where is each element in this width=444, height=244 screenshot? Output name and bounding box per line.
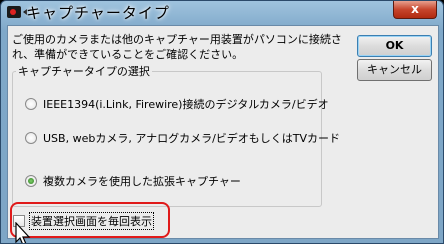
radio-label: IEEE1394(i.Link, Firewire)接続のデジタルカメラ/ビデオ: [43, 98, 329, 111]
close-button[interactable]: x: [393, 1, 437, 19]
title-bar[interactable]: キャプチャータイプ x: [1, 1, 443, 25]
checkbox-label: 装置選択画面を毎回表示: [29, 212, 154, 230]
radio-option-multi-camera[interactable]: 複数カメラを使用した拡張キャプチャー: [25, 173, 241, 189]
cancel-button[interactable]: キャンセル: [357, 59, 432, 81]
camera-icon: [7, 6, 21, 18]
radio-button-selected[interactable]: [25, 175, 37, 187]
group-title: キャプチャータイプの選択: [16, 63, 152, 79]
window-title: キャプチャータイプ: [26, 4, 170, 22]
mouse-pointer-icon: [15, 222, 31, 243]
radio-label: USB, webカメラ, アナログカメラ/ビデオもしくはTVカード: [43, 132, 341, 145]
radio-button[interactable]: [25, 132, 37, 144]
description-text: ご使用のカメラまたは他のキャプチャー用装置がパソコンに接続され、準備ができている…: [12, 33, 342, 61]
radio-label: 複数カメラを使用した拡張キャプチャー: [43, 175, 241, 188]
ok-button[interactable]: OK: [357, 35, 432, 57]
dialog-body: ご使用のカメラまたは他のキャプチャー用装置がパソコンに接続され、準備ができている…: [7, 25, 439, 243]
radio-option-usb[interactable]: USB, webカメラ, アナログカメラ/ビデオもしくはTVカード: [25, 130, 340, 146]
radio-option-ieee1394[interactable]: IEEE1394(i.Link, Firewire)接続のデジタルカメラ/ビデオ: [25, 96, 329, 112]
show-device-selection-checkbox-row[interactable]: 装置選択画面を毎回表示: [13, 212, 154, 230]
dialog-window: キャプチャータイプ x ご使用のカメラまたは他のキャプチャー用装置がパソコンに接…: [0, 0, 444, 244]
radio-button[interactable]: [25, 98, 37, 110]
